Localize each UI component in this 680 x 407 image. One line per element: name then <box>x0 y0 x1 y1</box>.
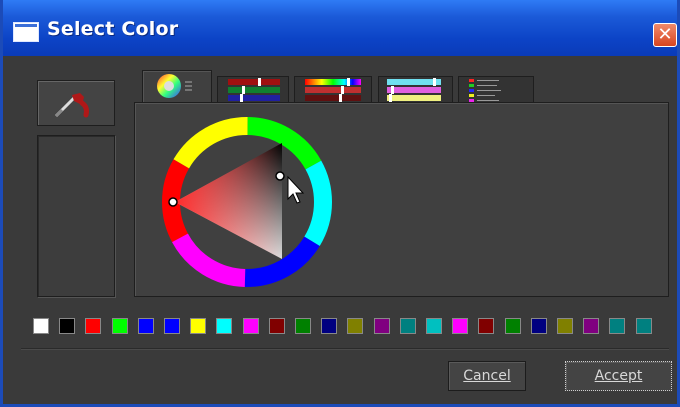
hsv-sliders-icon <box>305 78 361 102</box>
color-swatch[interactable] <box>295 318 311 334</box>
color-swatch[interactable] <box>504 318 521 334</box>
color-swatch[interactable] <box>557 318 573 334</box>
select-color-dialog: Select Color ✕ Cancel Accept <box>0 0 680 407</box>
color-swatch[interactable] <box>242 318 259 334</box>
tab-palette-list[interactable] <box>458 76 534 104</box>
color-swatch[interactable] <box>59 318 76 334</box>
color-swatch[interactable] <box>609 318 626 334</box>
window-icon <box>13 22 39 42</box>
window-title: Select Color <box>47 18 179 40</box>
title-bar[interactable]: Select Color ✕ <box>3 0 677 56</box>
divider <box>21 348 669 350</box>
color-swatch[interactable] <box>111 318 128 334</box>
mouse-cursor-icon <box>287 175 305 204</box>
color-swatch[interactable] <box>321 318 338 334</box>
color-swatch[interactable] <box>478 318 495 334</box>
color-swatch[interactable] <box>190 318 207 334</box>
color-swatch[interactable] <box>347 318 364 334</box>
tab-rgb-sliders[interactable] <box>217 76 289 104</box>
close-button[interactable]: ✕ <box>653 23 677 47</box>
color-wheel-tab-icon <box>157 74 192 98</box>
color-swatch[interactable] <box>452 318 469 334</box>
color-swatch[interactable] <box>373 318 390 334</box>
rgb-sliders-icon <box>228 78 280 102</box>
hue-marker[interactable] <box>168 197 178 207</box>
cancel-label: Cancel <box>463 368 511 384</box>
dialog-body: Cancel Accept <box>3 56 677 404</box>
color-swatch[interactable] <box>268 318 285 334</box>
accept-button[interactable]: Accept <box>565 361 672 391</box>
color-swatch[interactable] <box>399 318 416 334</box>
color-swatch[interactable] <box>426 318 442 334</box>
tab-wheel[interactable] <box>142 70 212 104</box>
color-wheel-panel <box>134 102 669 297</box>
eyedropper-button[interactable] <box>37 80 115 126</box>
tab-hsv-sliders[interactable] <box>294 76 372 104</box>
tab-cmy-sliders[interactable] <box>378 76 453 104</box>
color-swatch[interactable] <box>583 318 600 334</box>
color-swatch[interactable] <box>164 318 180 334</box>
color-swatch[interactable] <box>85 318 102 334</box>
cancel-button[interactable]: Cancel <box>448 361 526 391</box>
color-preview <box>37 135 115 297</box>
color-swatch[interactable] <box>216 318 233 334</box>
cmy-sliders-icon <box>387 78 441 102</box>
color-swatch[interactable] <box>33 318 49 334</box>
color-swatch[interactable] <box>635 318 652 334</box>
palette-list-icon <box>469 79 501 102</box>
color-swatch[interactable] <box>530 318 547 334</box>
color-swatch[interactable] <box>137 318 154 334</box>
color-marker[interactable] <box>275 171 285 181</box>
eyedropper-icon <box>54 93 89 118</box>
accept-label: Accept <box>594 368 643 384</box>
